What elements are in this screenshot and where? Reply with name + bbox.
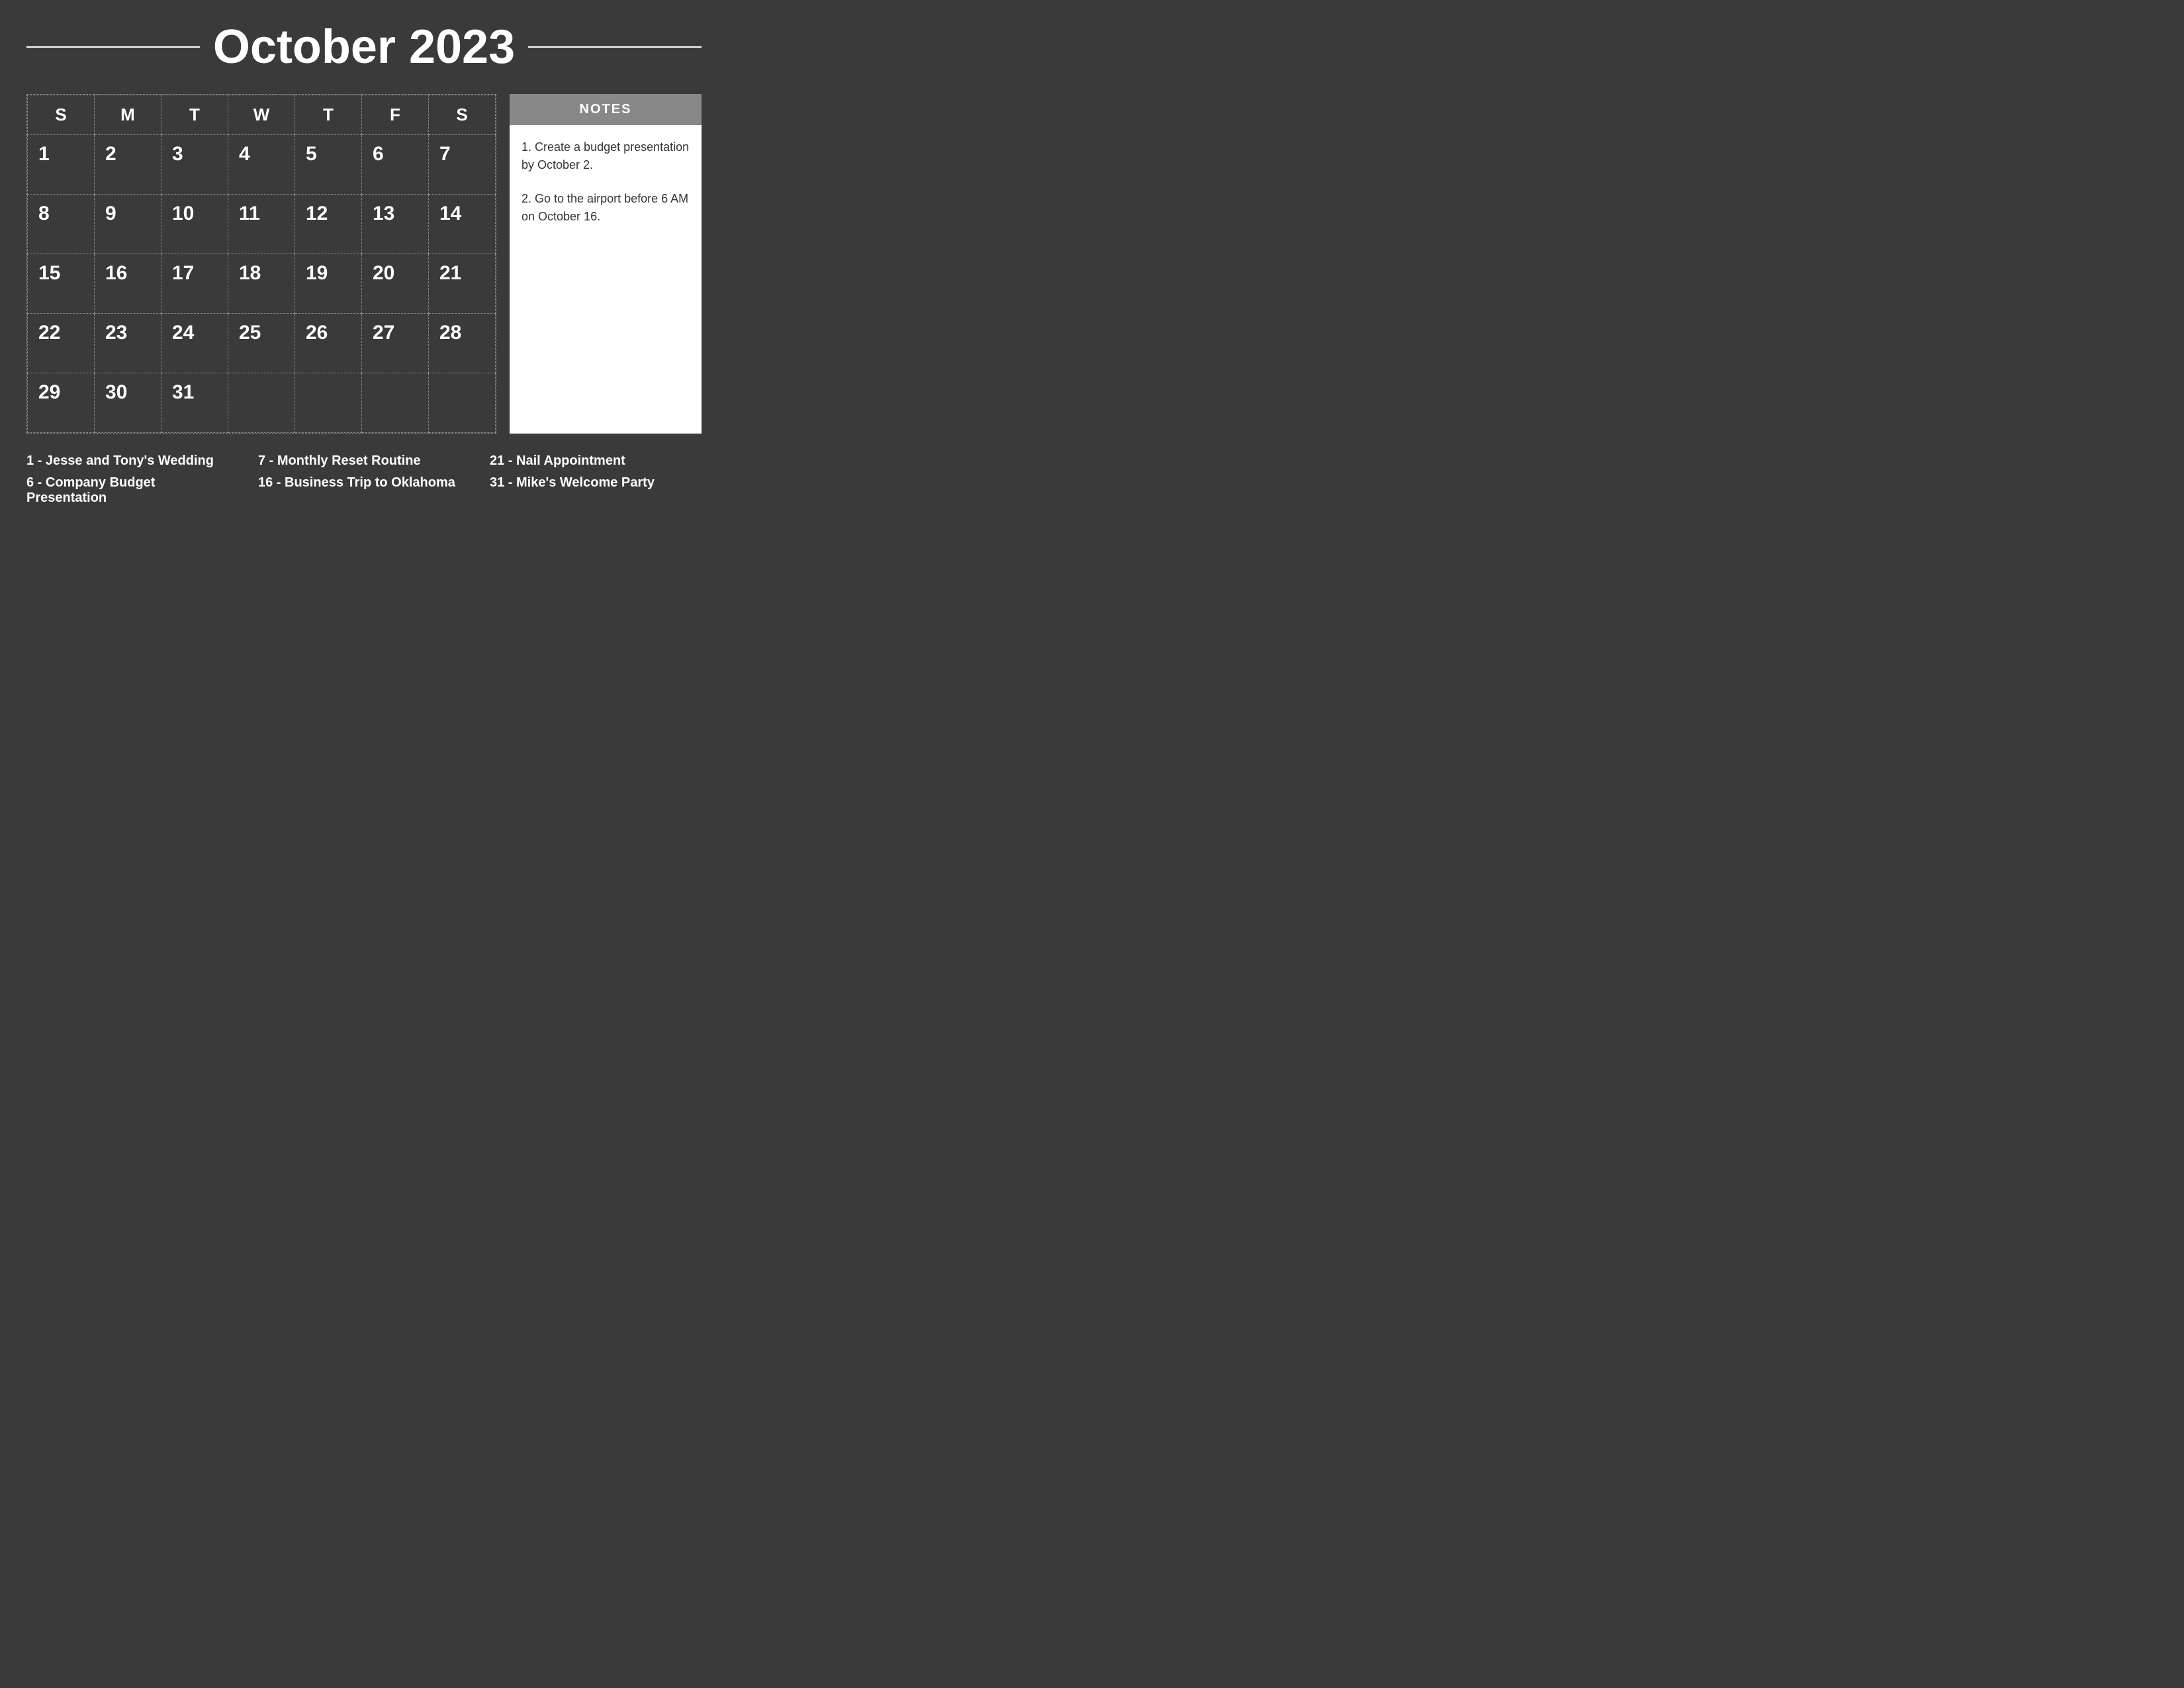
day-header-wed: W: [228, 95, 295, 135]
calendar: S M T W T F S 12345678910111213141516171…: [26, 94, 496, 434]
calendar-day-0-5: 6: [362, 135, 429, 195]
calendar-day-1-2: 10: [161, 195, 228, 254]
calendar-week-3: 15161718192021: [28, 254, 496, 314]
calendar-week-2: 891011121314: [28, 195, 496, 254]
event-item-4: 16 - Business Trip to Oklahoma: [258, 475, 470, 506]
calendar-day-0-0: 1: [28, 135, 95, 195]
event-item-0: 1 - Jesse and Tony's Wedding: [26, 453, 238, 469]
calendar-day-3-4: 26: [295, 314, 362, 373]
calendar-day-1-6: 14: [429, 195, 496, 254]
calendar-day-3-0: 22: [28, 314, 95, 373]
day-header-fri: F: [362, 95, 429, 135]
calendar-day-0-3: 4: [228, 135, 295, 195]
calendar-day-1-4: 12: [295, 195, 362, 254]
calendar-grid: S M T W T F S 12345678910111213141516171…: [27, 95, 496, 433]
page-header: October 2023: [26, 20, 702, 74]
notes-panel: NOTES 1. Create a budget presentation by…: [510, 94, 702, 434]
calendar-day-0-1: 2: [95, 135, 161, 195]
calendar-day-1-5: 13: [362, 195, 429, 254]
calendar-week-5: 293031: [28, 373, 496, 433]
calendar-day-4-1: 30: [95, 373, 161, 433]
events-footer: 1 - Jesse and Tony's Wedding 7 - Monthly …: [26, 453, 702, 508]
calendar-day-4-5: [362, 373, 429, 433]
day-header-mon: M: [95, 95, 161, 135]
notes-body: 1. Create a budget presentation by Octob…: [510, 125, 702, 434]
calendar-body: 1234567891011121314151617181920212223242…: [28, 135, 496, 433]
event-item-5: 31 - Mike's Welcome Party: [490, 475, 702, 506]
main-content: S M T W T F S 12345678910111213141516171…: [26, 94, 702, 434]
day-header-sun: S: [28, 95, 95, 135]
calendar-day-3-5: 27: [362, 314, 429, 373]
event-item-3: 6 - Company Budget Presentation: [26, 475, 238, 506]
calendar-day-2-6: 21: [429, 254, 496, 314]
calendar-day-1-1: 9: [95, 195, 161, 254]
calendar-day-1-3: 11: [228, 195, 295, 254]
calendar-day-4-0: 29: [28, 373, 95, 433]
calendar-header-row: S M T W T F S: [28, 95, 496, 135]
calendar-day-2-5: 20: [362, 254, 429, 314]
calendar-day-4-3: [228, 373, 295, 433]
calendar-day-2-1: 16: [95, 254, 161, 314]
notes-header: NOTES: [510, 94, 702, 125]
calendar-day-0-4: 5: [295, 135, 362, 195]
day-header-thu: T: [295, 95, 362, 135]
calendar-day-4-4: [295, 373, 362, 433]
event-item-2: 21 - Nail Appointment: [490, 453, 702, 469]
day-header-sat: S: [429, 95, 496, 135]
notes-item-1: 1. Create a budget presentation by Octob…: [522, 138, 690, 174]
header-line-left: [26, 46, 200, 48]
calendar-day-2-2: 17: [161, 254, 228, 314]
calendar-week-1: 1234567: [28, 135, 496, 195]
calendar-day-3-6: 28: [429, 314, 496, 373]
calendar-day-1-0: 8: [28, 195, 95, 254]
calendar-day-0-2: 3: [161, 135, 228, 195]
calendar-day-3-2: 24: [161, 314, 228, 373]
calendar-day-2-3: 18: [228, 254, 295, 314]
calendar-day-4-2: 31: [161, 373, 228, 433]
calendar-day-3-3: 25: [228, 314, 295, 373]
calendar-day-2-4: 19: [295, 254, 362, 314]
calendar-day-3-1: 23: [95, 314, 161, 373]
calendar-day-4-6: [429, 373, 496, 433]
event-item-1: 7 - Monthly Reset Routine: [258, 453, 470, 469]
calendar-day-0-6: 7: [429, 135, 496, 195]
day-header-tue: T: [161, 95, 228, 135]
calendar-day-2-0: 15: [28, 254, 95, 314]
page-title: October 2023: [213, 20, 515, 74]
notes-item-2: 2. Go to the airport before 6 AM on Octo…: [522, 190, 690, 226]
calendar-week-4: 22232425262728: [28, 314, 496, 373]
header-line-right: [528, 46, 702, 48]
